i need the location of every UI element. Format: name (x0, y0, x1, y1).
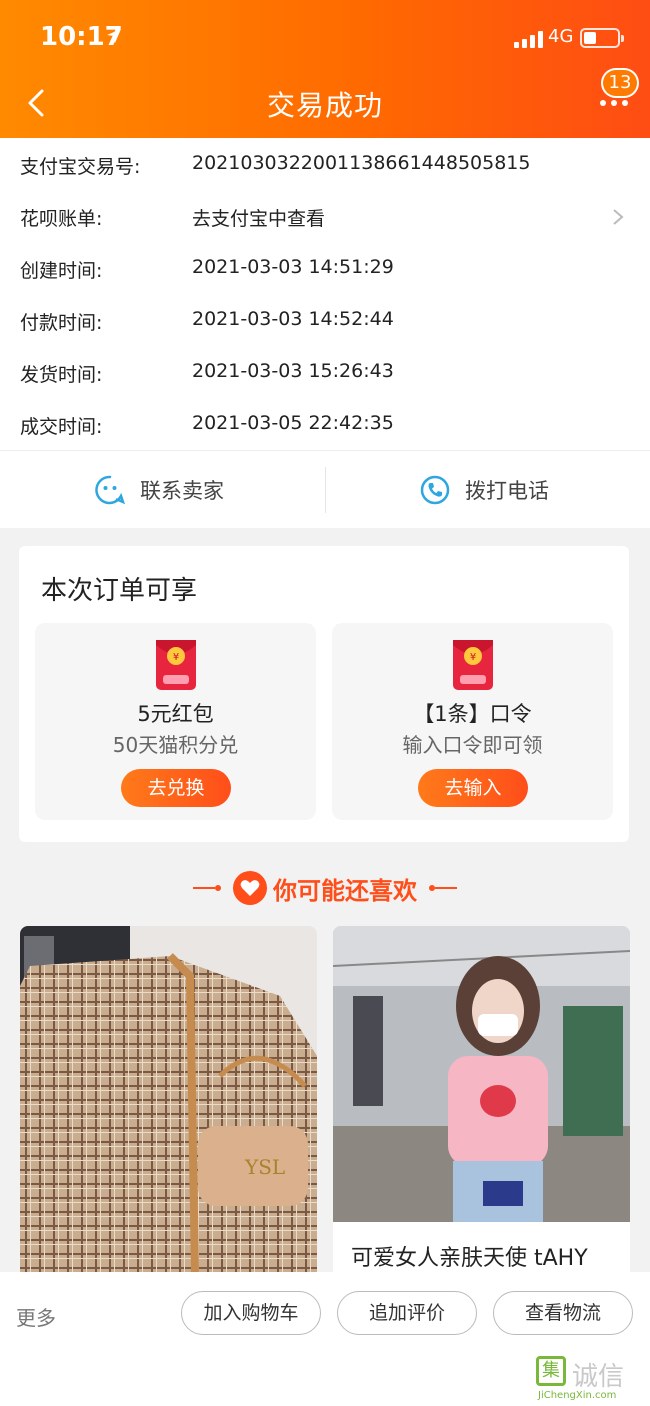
more-link[interactable]: 更多 (16, 1302, 56, 1331)
product-image-plaid-jacket: YSL (20, 926, 317, 1272)
benefit-desc: 输入口令即可领 (402, 733, 543, 757)
benefit-desc: 50天猫积分兑 (112, 733, 239, 757)
add-review-button[interactable]: 追加评价 (337, 1291, 477, 1335)
product-card[interactable]: 可爱女人亲肤天使 tAHY (333, 926, 630, 1272)
shipped-time-label: 发货时间: (20, 364, 103, 386)
product-image-model-photo (333, 926, 630, 1222)
heart-icon (233, 871, 267, 905)
divider (325, 467, 326, 513)
benefit-item-password[interactable]: ¥ 【1条】口令 输入口令即可领 去输入 (332, 623, 613, 820)
created-time-label: 创建时间: (20, 260, 103, 282)
input-code-button[interactable]: 去输入 (418, 769, 528, 807)
svg-text:¥: ¥ (470, 652, 476, 663)
svg-text:YSL: YSL (244, 1155, 285, 1179)
recommend-title: 你可能还喜欢 (273, 876, 417, 905)
header-bar: 10:17 4G 交易成功 13 (0, 0, 650, 138)
watermark-logo: 集 诚信 JiChengXin.com (534, 1356, 650, 1406)
call-phone-button[interactable]: 拨打电话 (419, 451, 549, 529)
benefits-title: 本次订单可享 (41, 576, 198, 606)
benefit-name: 【1条】口令 (413, 702, 532, 726)
deal-time-value: 2021-03-05 22:42:35 (192, 412, 394, 434)
battery-icon (580, 28, 624, 48)
more-menu-icon[interactable] (600, 100, 628, 106)
decor-line-icon (193, 885, 221, 891)
status-bar: 10:17 4G (0, 20, 650, 60)
svg-text:¥: ¥ (173, 652, 179, 663)
redeem-button[interactable]: 去兑换 (121, 769, 231, 807)
trade-no-value: 2021030322001138661448505815 (192, 152, 531, 174)
chevron-right-icon (613, 209, 624, 225)
order-info-row: 付款时间: 2021-03-03 14:52:44 (0, 294, 650, 346)
order-benefits-card: 本次订单可享 ¥ 5元红包 50天猫积分兑 去兑换 ¥ 【1条】口令 输入口令即… (19, 546, 629, 842)
location-arrow-icon (107, 29, 121, 43)
watermark-url: JiChengXin.com (538, 1390, 617, 1401)
paid-time-value: 2021-03-03 14:52:44 (192, 308, 394, 330)
created-time-value: 2021-03-03 14:51:29 (192, 256, 394, 278)
benefit-item-red-packet[interactable]: ¥ 5元红包 50天猫积分兑 去兑换 (35, 623, 316, 820)
huabei-bill-row[interactable]: 花呗账单: 去支付宝中查看 (0, 190, 650, 242)
paid-time-label: 付款时间: (20, 312, 103, 334)
contact-seller-label: 联系卖家 (140, 479, 224, 503)
decor-line-icon (429, 885, 457, 891)
signal-icon (514, 30, 543, 48)
call-phone-label: 拨打电话 (465, 479, 549, 503)
message-count-badge[interactable]: 13 (601, 68, 639, 98)
page-title: 交易成功 (266, 89, 383, 122)
product-title: 可爱女人亲肤天使 tAHY (351, 1246, 588, 1271)
product-card[interactable]: YSL (20, 926, 317, 1272)
phone-icon (420, 475, 450, 505)
red-envelope-icon: ¥ (453, 640, 493, 690)
shipped-time-value: 2021-03-03 15:26:43 (192, 360, 394, 382)
huabei-label: 花呗账单: (20, 208, 103, 230)
huabei-value: 去支付宝中查看 (192, 208, 326, 230)
trade-no-label: 支付宝交易号: (20, 156, 141, 178)
order-info-row: 支付宝交易号: 2021030322001138661448505815 (0, 138, 650, 190)
add-to-cart-button[interactable]: 加入购物车 (181, 1291, 321, 1335)
chat-face-icon (95, 475, 126, 505)
order-info-row: 成交时间: 2021-03-05 22:42:35 (0, 398, 650, 450)
recommend-header: 你可能还喜欢 (0, 868, 650, 908)
contact-bar: 联系卖家 拨打电话 (0, 450, 650, 528)
network-type: 4G (548, 26, 574, 47)
view-logistics-button[interactable]: 查看物流 (493, 1291, 633, 1335)
bottom-action-bar: 更多 加入购物车 追加评价 查看物流 集 诚信 JiChengXin.com (0, 1272, 650, 1406)
contact-seller-button[interactable]: 联系卖家 (94, 451, 224, 529)
watermark-char: 集 (536, 1356, 566, 1386)
red-envelope-icon: ¥ (156, 640, 196, 690)
deal-time-label: 成交时间: (20, 416, 103, 438)
order-info-row: 发货时间: 2021-03-03 15:26:43 (0, 346, 650, 398)
order-info-row: 创建时间: 2021-03-03 14:51:29 (0, 242, 650, 294)
order-info-panel: 支付宝交易号: 2021030322001138661448505815 花呗账… (0, 138, 650, 450)
benefit-name: 5元红包 (137, 702, 214, 726)
watermark-text: 诚信 (572, 1362, 625, 1392)
